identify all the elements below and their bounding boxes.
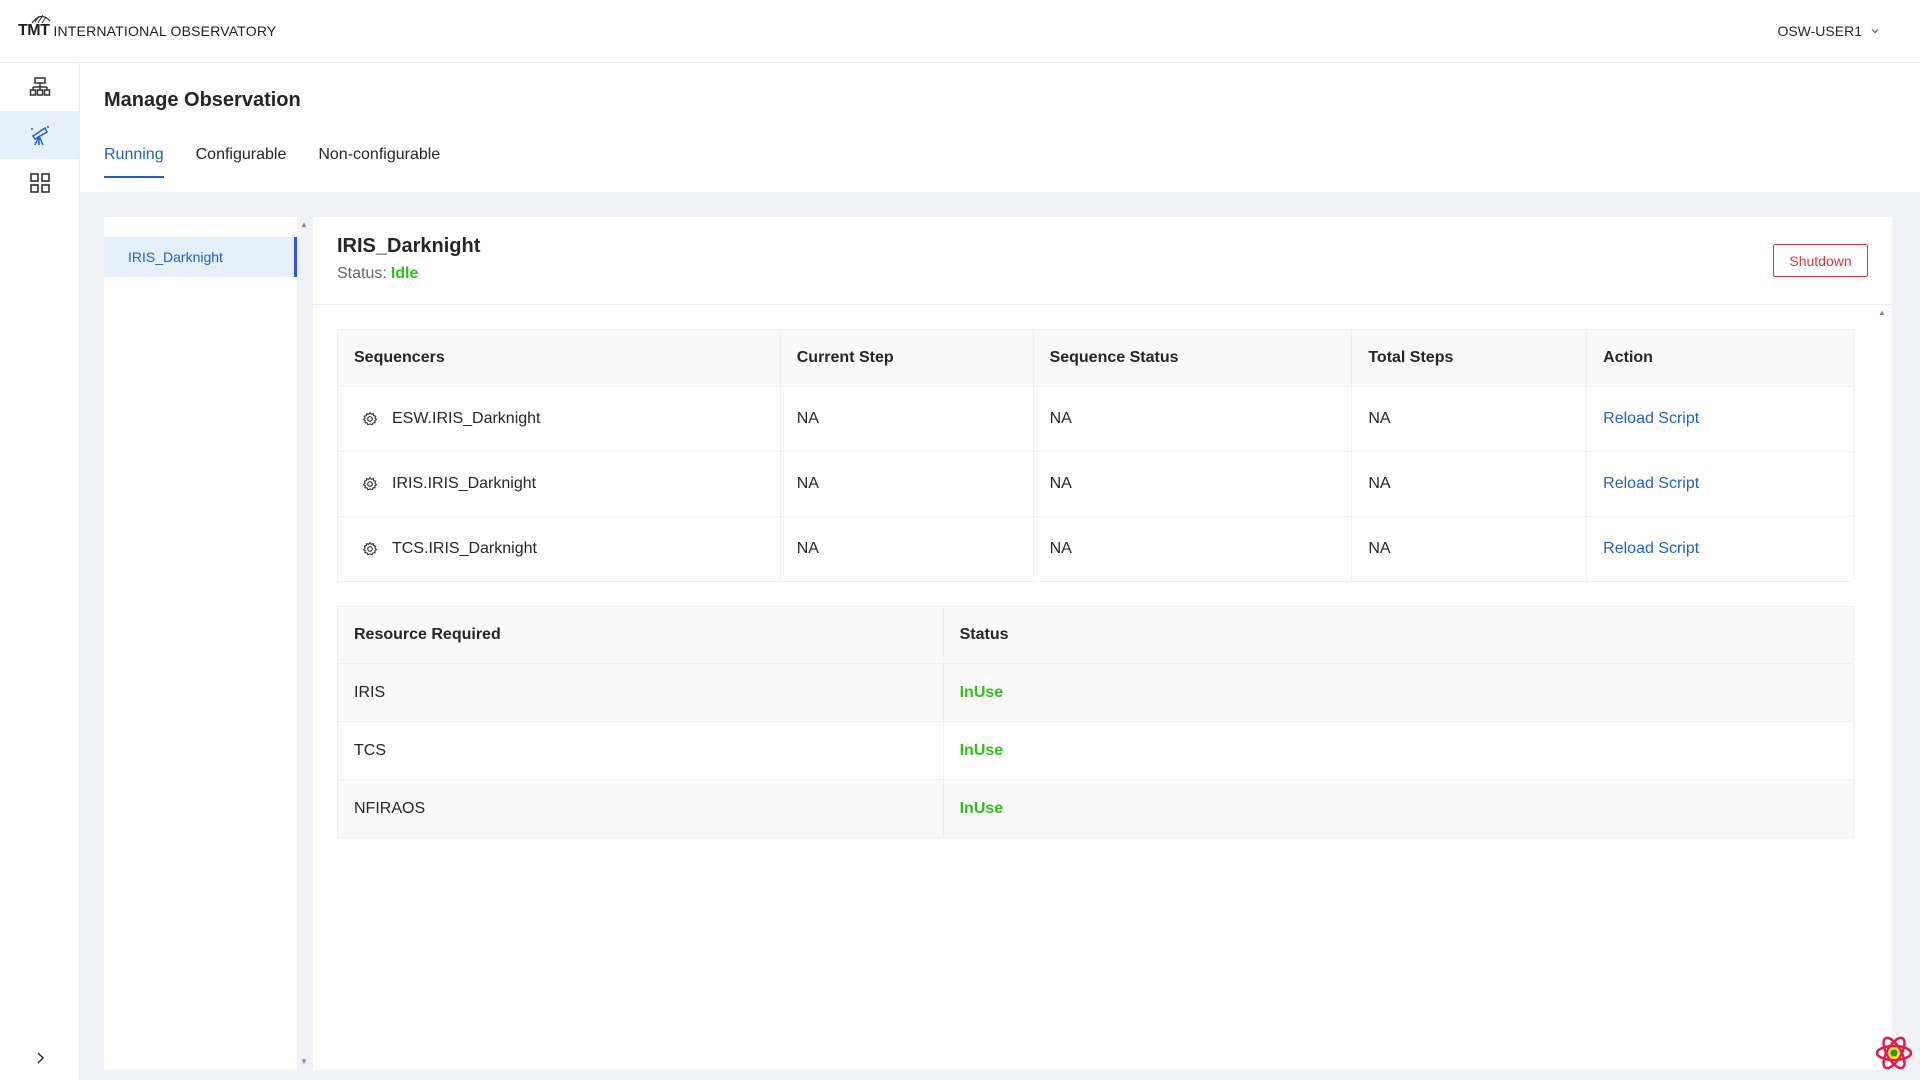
column-header: Total Steps — [1351, 329, 1588, 387]
shutdown-button[interactable]: Shutdown — [1773, 244, 1868, 277]
sequence-status: NA — [1032, 386, 1353, 452]
status-badge: Idle — [390, 265, 419, 282]
tab-bar: Running Configurable Non-configurable — [104, 146, 440, 178]
column-header: Sequencers — [337, 329, 781, 387]
current-step: NA — [779, 516, 1034, 582]
list-scrollbar[interactable]: ▲ ▼ — [300, 217, 308, 1070]
reload-script-link[interactable]: Reload Script — [1603, 410, 1699, 427]
table-row: IRIS.IRIS_Darknight NA NA NA Reload Scri… — [337, 451, 1854, 517]
table-row: NFIRAOS InUse — [337, 779, 1855, 838]
sequencer-name: ESW.IRIS_Darknight — [392, 410, 541, 427]
gear-icon[interactable] — [362, 411, 378, 427]
resource-status: InUse — [959, 741, 1004, 759]
resources-table: Resource Required Status IRIS InUse TCS … — [337, 606, 1855, 838]
page-head: Manage Observation Running Configurable … — [80, 63, 1920, 192]
observation-detail: IRIS_Darknight Status: Idle Shutdown Sequ… — [313, 217, 1892, 1070]
resource-status: InUse — [959, 799, 1004, 817]
total-steps: NA — [1351, 386, 1588, 452]
column-header: Sequence Status — [1032, 329, 1353, 387]
reload-script-link[interactable]: Reload Script — [1603, 475, 1699, 492]
detail-header: IRIS_Darknight Status: Idle Shutdown — [313, 217, 1892, 305]
sequencer-name-cell: TCS.IRIS_Darknight — [354, 540, 764, 558]
resource-name: NFIRAOS — [337, 779, 944, 838]
brand-org: INTERNATIONAL OBSERVATORY — [53, 23, 277, 39]
page-title: Manage Observation — [104, 89, 301, 111]
nav-expand-button[interactable] — [28, 1046, 52, 1070]
brand-logo[interactable]: TMT INTERNATIONAL OBSERVATORY — [18, 14, 277, 40]
list-item[interactable]: IRIS_Darknight — [104, 237, 297, 277]
scroll-down-icon[interactable]: ▼ — [300, 1058, 308, 1066]
sequencers-table: Sequencers Current Step Sequence Status … — [337, 329, 1854, 582]
table-row: TCS InUse — [337, 721, 1855, 780]
user-name: OSW-USER1 — [1777, 23, 1862, 39]
chevron-down-icon — [1871, 29, 1879, 34]
scroll-up-icon[interactable]: ▲ — [300, 221, 308, 229]
resource-status: InUse — [959, 683, 1004, 701]
sequencer-name: TCS.IRIS_Darknight — [392, 540, 537, 557]
current-step: NA — [779, 386, 1034, 452]
telescope-icon — [30, 126, 49, 146]
resource-name: IRIS — [337, 663, 944, 722]
tab-configurable[interactable]: Configurable — [196, 146, 287, 178]
table-row: ESW.IRIS_Darknight NA NA NA Reload Scrip… — [337, 386, 1854, 452]
sequencer-name-cell: ESW.IRIS_Darknight — [354, 410, 764, 428]
status-label: Status: — [337, 265, 387, 282]
app-header: TMT INTERNATIONAL OBSERVATORY OSW-USER1 — [0, 0, 1920, 63]
side-nav — [0, 63, 80, 1080]
sequencer-cell: IRIS.IRIS_Darknight — [337, 451, 781, 517]
brand-short: TMT — [18, 14, 51, 40]
chevron-right-icon — [37, 1052, 45, 1064]
sequence-status: NA — [1032, 516, 1353, 582]
table-row: TCS.IRIS_Darknight NA NA NA Reload Scrip… — [337, 516, 1854, 582]
resource-name: TCS — [337, 721, 944, 780]
sequencer-name: IRIS.IRIS_Darknight — [392, 475, 537, 492]
sequencer-name-cell: IRIS.IRIS_Darknight — [354, 475, 764, 493]
dome-icon — [31, 14, 51, 24]
table-row: IRIS InUse — [337, 663, 1855, 722]
nav-item-resources[interactable] — [0, 159, 79, 207]
grid-icon — [29, 173, 50, 193]
sequencer-cell: ESW.IRIS_Darknight — [337, 386, 781, 452]
scroll-up-icon[interactable]: ▲ — [1878, 309, 1886, 317]
nav-item-observations[interactable] — [0, 111, 79, 159]
gear-icon[interactable] — [362, 476, 378, 492]
observation-name: IRIS_Darknight — [337, 235, 481, 257]
table-header-row: Sequencers Current Step Sequence Status … — [337, 329, 1854, 387]
column-header: Status — [942, 606, 1855, 664]
observation-status: Status: Idle — [337, 265, 418, 283]
resource-status-cell: InUse — [942, 779, 1855, 838]
tab-running[interactable]: Running — [104, 146, 164, 178]
column-header: Current Step — [779, 329, 1034, 387]
sequencer-cell: TCS.IRIS_Darknight — [337, 516, 781, 582]
total-steps: NA — [1351, 451, 1588, 517]
react-devtools-icon[interactable] — [1874, 1033, 1914, 1073]
observation-list: IRIS_Darknight — [104, 217, 297, 1070]
action-cell: Reload Script — [1586, 516, 1854, 582]
reload-script-link[interactable]: Reload Script — [1603, 540, 1699, 557]
column-header: Resource Required — [337, 606, 944, 664]
resource-status-cell: InUse — [942, 663, 1855, 722]
table-header-row: Resource Required Status — [337, 606, 1855, 664]
gear-icon[interactable] — [362, 541, 378, 557]
current-step: NA — [779, 451, 1034, 517]
total-steps: NA — [1351, 516, 1588, 582]
column-header: Action — [1586, 329, 1854, 387]
user-menu[interactable]: OSW-USER1 — [1777, 23, 1880, 39]
action-cell: Reload Script — [1586, 451, 1854, 517]
action-cell: Reload Script — [1586, 386, 1854, 452]
detail-scrollbar[interactable]: ▲ — [1878, 305, 1886, 1070]
resource-status-cell: InUse — [942, 721, 1855, 780]
tab-non-configurable[interactable]: Non-configurable — [318, 146, 440, 178]
sequence-status: NA — [1032, 451, 1353, 517]
sitemap-icon — [29, 77, 50, 96]
nav-item-infrastructure[interactable] — [0, 63, 79, 111]
